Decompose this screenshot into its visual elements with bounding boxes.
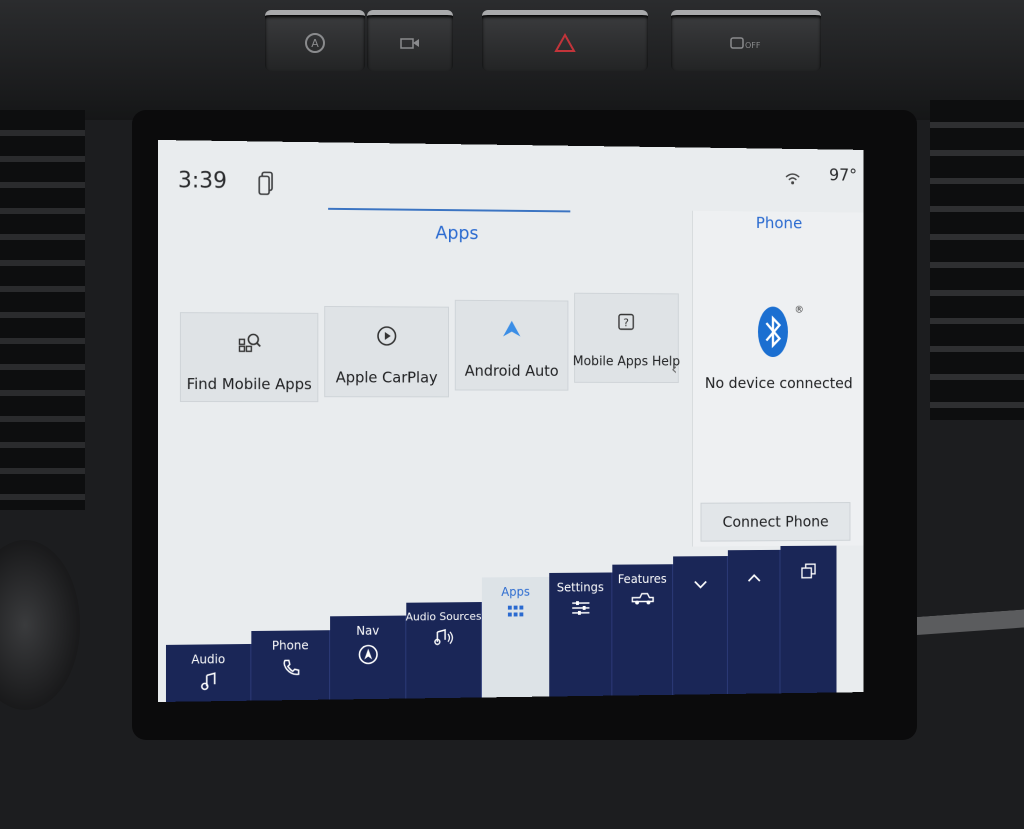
tab-underline: [328, 208, 570, 213]
outside-temperature: 97°: [829, 166, 857, 186]
tile-label: Apple CarPlay: [336, 368, 438, 386]
tile-label: Find Mobile Apps: [187, 375, 312, 393]
camera-icon: [400, 36, 420, 50]
svg-text:OFF: OFF: [745, 41, 761, 50]
nav-navigation[interactable]: Nav: [330, 616, 406, 700]
android-auto-icon: [501, 319, 522, 341]
infotainment-screen: 3:39 97° Apps Find Mobile Apps: [158, 140, 863, 702]
clock: 3:39: [178, 168, 227, 194]
tile-label: Mobile Apps Help: [573, 354, 680, 369]
nav-label: Apps: [501, 585, 530, 599]
traction-off-hardware-button[interactable]: OFF: [671, 10, 821, 71]
help-icon: ?: [617, 313, 636, 333]
nav-audio-sources[interactable]: Audio Sources: [406, 602, 482, 698]
hazard-icon: [554, 33, 576, 53]
nav-audio[interactable]: Audio: [166, 644, 251, 702]
right-air-vent: [930, 100, 1024, 420]
app-search-icon: [237, 331, 261, 353]
nav-collapse-down[interactable]: [673, 556, 728, 695]
bluetooth-icon: [757, 304, 794, 360]
panel-collapse-chevron-icon[interactable]: ‹: [671, 360, 677, 379]
svg-text:?: ?: [623, 316, 629, 329]
truck-icon: [631, 592, 654, 606]
nav-label: Nav: [356, 624, 379, 638]
page-title: Apps: [435, 223, 478, 244]
registered-mark: ®: [794, 305, 803, 316]
find-mobile-apps-tile[interactable]: Find Mobile Apps: [180, 312, 318, 402]
panel-title: Phone: [693, 213, 863, 233]
nav-features[interactable]: Features: [612, 564, 673, 695]
nav-label: Audio: [191, 652, 225, 666]
nav-label: Audio Sources: [406, 610, 482, 624]
svg-text:A: A: [311, 37, 319, 50]
android-auto-tile[interactable]: Android Auto: [455, 300, 569, 391]
multi-window-icon: [801, 563, 816, 579]
audio-sources-icon: [433, 629, 454, 647]
apps-grid-icon: [507, 605, 524, 619]
nav-label: Settings: [557, 580, 604, 594]
status-bar: 3:39 97°: [158, 140, 863, 206]
auto-hold-hardware-button[interactable]: A: [265, 10, 365, 71]
carplay-icon: [375, 324, 398, 348]
nav-multi-window[interactable]: [780, 546, 836, 694]
navigation-icon: [357, 644, 378, 666]
phone-panel: Phone ® No device connected Connect Phon…: [692, 211, 863, 547]
camera-hardware-button[interactable]: [367, 10, 453, 71]
chevron-down-icon: [692, 580, 707, 590]
sliders-icon: [571, 600, 590, 616]
volume-knob[interactable]: [0, 540, 80, 710]
connection-status: No device connected: [693, 374, 863, 392]
left-air-vent: [0, 110, 85, 510]
phone-device-icon[interactable]: [257, 171, 275, 197]
connect-phone-button[interactable]: Connect Phone: [701, 502, 851, 542]
apple-carplay-tile[interactable]: Apple CarPlay: [324, 306, 449, 397]
wifi-icon: [784, 170, 801, 188]
nav-label: Phone: [272, 638, 309, 652]
traction-off-icon: OFF: [729, 34, 763, 52]
chevron-up-icon: [746, 573, 761, 583]
phone-handset-icon: [281, 658, 299, 676]
tile-label: Android Auto: [465, 362, 559, 380]
auto-hold-icon: A: [304, 32, 326, 54]
music-note-icon: [200, 672, 216, 690]
nav-phone[interactable]: Phone: [251, 630, 330, 701]
mobile-apps-help-tile[interactable]: ? Mobile Apps Help: [574, 293, 679, 383]
nav-label: Features: [618, 572, 667, 586]
nav-expand-up[interactable]: [728, 550, 781, 694]
nav-apps[interactable]: Apps: [482, 577, 549, 698]
bottom-nav-bar: Audio Phone Nav Audio Sources Apps Setti…: [158, 545, 863, 702]
hazard-hardware-button[interactable]: [482, 10, 648, 71]
nav-settings[interactable]: Settings: [549, 572, 612, 696]
